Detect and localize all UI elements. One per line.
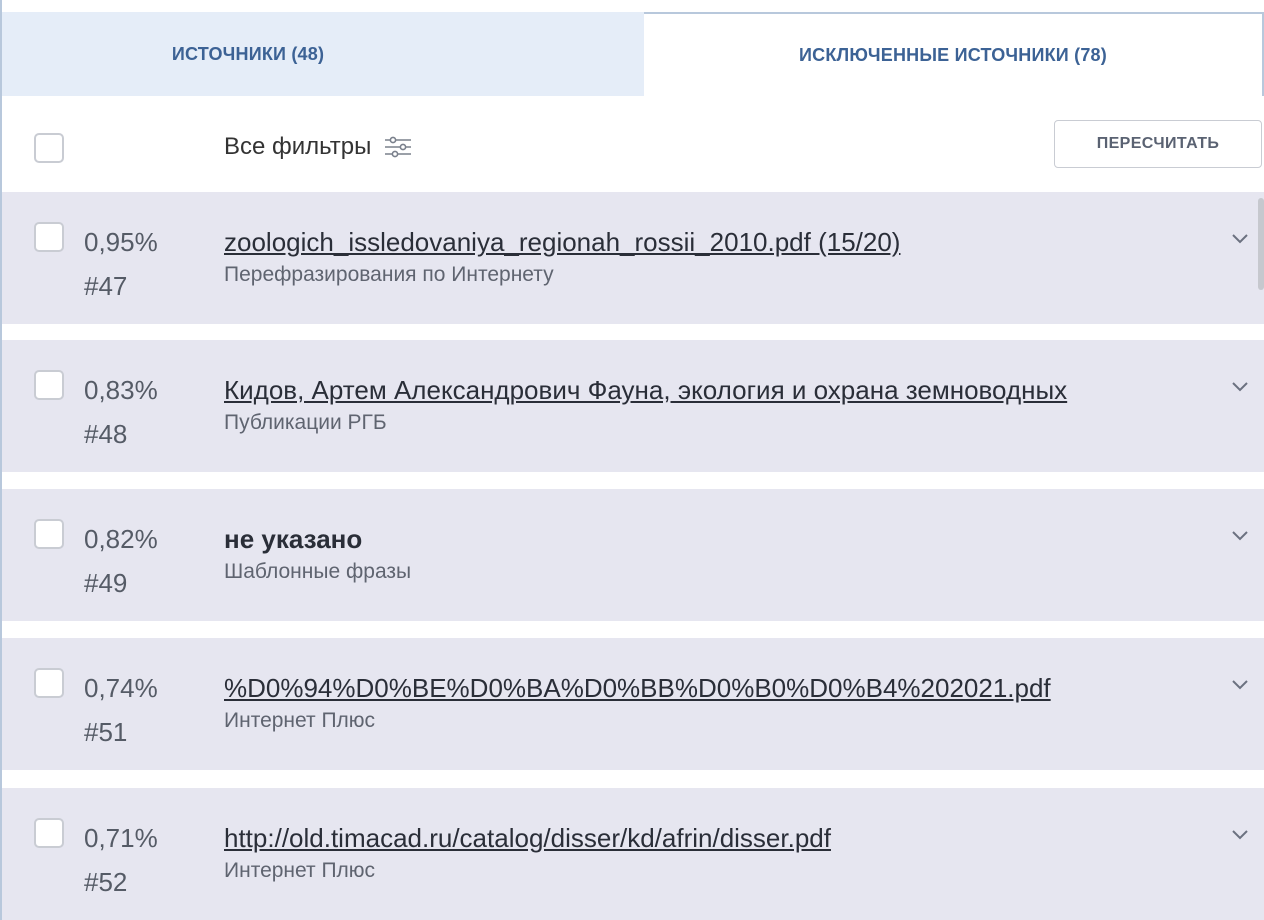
source-type: Интернет Плюс [224, 859, 376, 882]
all-filters-button[interactable]: Все фильтры [224, 130, 413, 164]
row-checkbox[interactable] [34, 222, 64, 252]
source-number: #49 [84, 568, 128, 598]
source-title: не указано [224, 524, 363, 554]
chevron-down-icon[interactable] [1228, 523, 1252, 547]
source-type: Интернет Плюс [224, 709, 376, 732]
match-percent: 0,95% [84, 227, 158, 257]
match-percent: 0,83% [84, 375, 158, 405]
match-percent: 0,74% [84, 673, 158, 703]
toolbar: Все фильтры ПЕРЕСЧИТАТЬ [2, 96, 1264, 192]
select-all-checkbox[interactable] [34, 133, 64, 163]
list-item[interactable]: 0,71% #52 http://old.timacad.ru/catalog/… [2, 788, 1264, 920]
source-title-link[interactable]: zoologich_issledovaniya_regionah_rossii_… [224, 222, 1206, 262]
tab-excluded-sources[interactable]: ИСКЛЮЧЕННЫЕ ИСТОЧНИКИ (78) [644, 12, 1264, 96]
match-percent: 0,71% [84, 823, 158, 853]
scrollbar-thumb[interactable] [1258, 198, 1264, 290]
match-percent: 0,82% [84, 524, 158, 554]
all-filters-label: Все фильтры [224, 133, 372, 160]
chevron-down-icon[interactable] [1228, 226, 1252, 250]
source-type: Перефразирования по Интернету [224, 263, 554, 286]
list-item[interactable]: 0,95% #47 zoologich_issledovaniya_region… [2, 192, 1264, 324]
source-number: #48 [84, 419, 128, 449]
source-title-link[interactable]: %D0%94%D0%BE%D0%BA%D0%BB%D0%B0%D0%B4%202… [224, 668, 1206, 708]
list-item[interactable]: 0,83% #48 Кидов, Артем Александрович Фау… [2, 340, 1264, 472]
chevron-down-icon[interactable] [1228, 822, 1252, 846]
source-type: Публикации РГБ [224, 411, 387, 434]
source-number: #51 [84, 717, 128, 747]
source-title-link[interactable]: http://old.timacad.ru/catalog/disser/kd/… [224, 818, 1206, 858]
row-checkbox[interactable] [34, 519, 64, 549]
row-checkbox[interactable] [34, 818, 64, 848]
source-number: #52 [84, 867, 128, 897]
tab-bar: ИСТОЧНИКИ (48) ИСКЛЮЧЕННЫЕ ИСТОЧНИКИ (78… [2, 12, 1264, 96]
sources-panel: ИСТОЧНИКИ (48) ИСКЛЮЧЕННЫЕ ИСТОЧНИКИ (78… [0, 0, 1264, 920]
recalculate-button[interactable]: ПЕРЕСЧИТАТЬ [1054, 120, 1262, 168]
row-checkbox[interactable] [34, 668, 64, 698]
source-type: Шаблонные фразы [224, 560, 412, 583]
row-checkbox[interactable] [34, 370, 64, 400]
filter-sliders-icon [383, 135, 413, 159]
tab-sources[interactable]: ИСТОЧНИКИ (48) [2, 12, 644, 96]
chevron-down-icon[interactable] [1228, 374, 1252, 398]
source-number: #47 [84, 271, 128, 301]
list-item[interactable]: 0,74% #51 %D0%94%D0%BE%D0%BA%D0%BB%D0%B0… [2, 638, 1264, 770]
list-item[interactable]: 0,82% #49 не указано Шаблонные фразы [2, 489, 1264, 621]
source-title-link[interactable]: Кидов, Артем Александрович Фауна, эколог… [224, 370, 1206, 410]
chevron-down-icon[interactable] [1228, 672, 1252, 696]
